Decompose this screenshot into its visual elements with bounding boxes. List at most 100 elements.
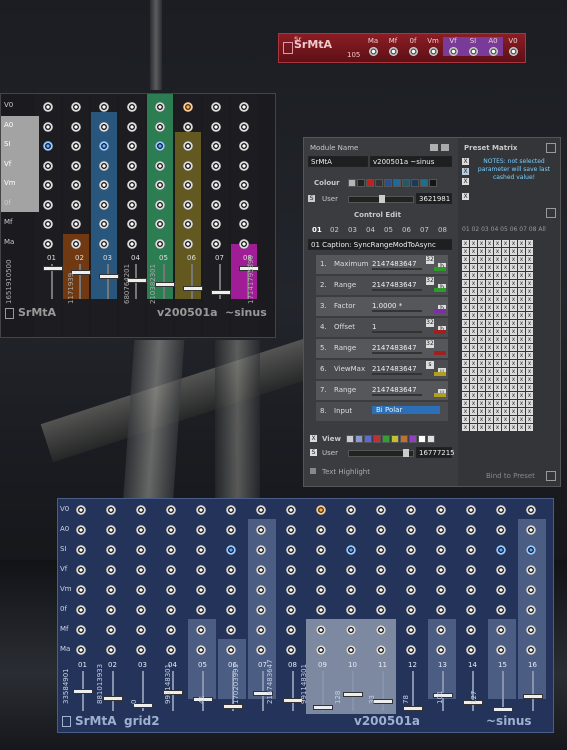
- port-jack-icon[interactable]: [346, 505, 356, 515]
- port-jack-icon[interactable]: [408, 47, 418, 56]
- strip-port[interactable]: 0f: [403, 37, 423, 56]
- port-jack-icon[interactable]: [166, 585, 176, 595]
- control-row[interactable]: 6.ViewMax2147483647su: [316, 360, 448, 379]
- matrix-cell[interactable]: x: [462, 384, 469, 391]
- port-jack-icon[interactable]: [406, 525, 416, 535]
- port-jack-icon[interactable]: [155, 102, 165, 112]
- matrix-cell[interactable]: x: [470, 376, 477, 383]
- port-jack-icon[interactable]: [239, 121, 249, 132]
- matrix-cell[interactable]: x: [470, 272, 477, 279]
- matrix-cell[interactable]: x: [526, 248, 533, 255]
- preset-check[interactable]: X: [462, 193, 469, 200]
- port-jack-icon[interactable]: [127, 160, 137, 171]
- matrix-cell[interactable]: x: [494, 368, 501, 375]
- port-jack-icon[interactable]: [71, 180, 81, 190]
- port-jack-icon[interactable]: [346, 565, 356, 575]
- matrix-cell[interactable]: x: [502, 376, 509, 383]
- matrix-cell[interactable]: x: [494, 320, 501, 327]
- tab-05[interactable]: 05: [384, 226, 393, 234]
- matrix-cell[interactable]: x: [470, 328, 477, 335]
- matrix-cell[interactable]: x: [486, 320, 493, 327]
- matrix-cell[interactable]: x: [486, 312, 493, 319]
- port-jack-icon[interactable]: [256, 545, 266, 555]
- port-jack-icon[interactable]: [256, 585, 266, 595]
- user-s-button[interactable]: S: [308, 195, 315, 202]
- user-slider-handle[interactable]: [379, 195, 385, 203]
- port-jack-icon[interactable]: [155, 141, 165, 151]
- row-value[interactable]: 2147483647: [372, 260, 417, 268]
- matrix-cell[interactable]: x: [462, 312, 469, 319]
- port-jack-icon[interactable]: [496, 645, 506, 655]
- port-jack-icon[interactable]: [226, 605, 236, 615]
- port-jack-icon[interactable]: [99, 238, 109, 249]
- matrix-cell[interactable]: x: [526, 352, 533, 359]
- colour-swatch[interactable]: [402, 179, 410, 187]
- port-jack-icon[interactable]: [71, 219, 81, 229]
- value-slider[interactable]: [372, 394, 422, 396]
- port-jack-icon[interactable]: [76, 545, 86, 555]
- matrix-cell[interactable]: x: [502, 424, 509, 431]
- matrix-cell[interactable]: x: [502, 416, 509, 423]
- port-jack-icon[interactable]: [226, 645, 236, 655]
- tab-07[interactable]: 07: [420, 226, 429, 234]
- matrix-cell[interactable]: x: [518, 280, 525, 287]
- port-jack-icon[interactable]: [211, 180, 221, 190]
- matrix-cell[interactable]: x: [526, 304, 533, 311]
- control-row[interactable]: 3.Factor1.0000 *b: [316, 297, 448, 316]
- colour-swatch[interactable]: [411, 179, 419, 187]
- port-jack-icon[interactable]: [71, 102, 81, 112]
- port-jack-icon[interactable]: [508, 47, 518, 56]
- matrix-cell[interactable]: x: [462, 344, 469, 351]
- matrix-cell[interactable]: x: [462, 400, 469, 407]
- strip-port[interactable]: V0: [503, 37, 523, 56]
- port-jack-icon[interactable]: [496, 605, 506, 615]
- matrix-cell[interactable]: x: [486, 424, 493, 431]
- value-slider[interactable]: [372, 373, 422, 375]
- matrix-cell[interactable]: x: [518, 240, 525, 247]
- port-jack-icon[interactable]: [99, 180, 109, 190]
- matrix-cell[interactable]: x: [510, 336, 517, 343]
- matrix-cell[interactable]: x: [518, 288, 525, 295]
- matrix-cell[interactable]: x: [518, 336, 525, 343]
- strip-port[interactable]: Vm: [423, 37, 443, 56]
- matrix-cell[interactable]: x: [526, 376, 533, 383]
- port-jack-icon[interactable]: [316, 525, 326, 535]
- port-jack-icon[interactable]: [43, 180, 53, 190]
- matrix-cell[interactable]: x: [526, 368, 533, 375]
- user-value-field[interactable]: 3621981: [416, 193, 452, 204]
- matrix-cell[interactable]: x: [486, 376, 493, 383]
- port-jack-icon[interactable]: [211, 102, 221, 112]
- port-jack-icon[interactable]: [406, 545, 416, 555]
- matrix-cell[interactable]: x: [526, 256, 533, 263]
- port-jack-icon[interactable]: [196, 645, 206, 655]
- matrix-cell[interactable]: x: [470, 312, 477, 319]
- channel-slider-handle[interactable]: [211, 290, 231, 295]
- strip-port[interactable]: Ma: [363, 37, 383, 56]
- strip-port[interactable]: SI: [463, 37, 483, 56]
- channel-slider-handle[interactable]: [155, 282, 175, 287]
- matrix-cell[interactable]: x: [470, 336, 477, 343]
- port-jack-icon[interactable]: [106, 585, 116, 595]
- port-jack-icon[interactable]: [127, 121, 137, 132]
- port-jack-icon[interactable]: [196, 545, 206, 555]
- matrix-cell[interactable]: x: [478, 296, 485, 303]
- port-jack-icon[interactable]: [346, 545, 356, 555]
- port-jack-icon[interactable]: [166, 545, 176, 555]
- text-highlight-checkbox[interactable]: [310, 468, 316, 474]
- module-menu-icon[interactable]: [5, 307, 14, 319]
- matrix-cell[interactable]: x: [510, 272, 517, 279]
- matrix-cell[interactable]: x: [526, 312, 533, 319]
- matrix-cell[interactable]: x: [510, 400, 517, 407]
- matrix-cell[interactable]: x: [494, 344, 501, 351]
- matrix-cell[interactable]: x: [462, 256, 469, 263]
- value-slider[interactable]: [372, 289, 422, 291]
- matrix-cell[interactable]: x: [486, 408, 493, 415]
- channel-slider-track[interactable]: [352, 671, 354, 711]
- matrix-cell[interactable]: x: [486, 304, 493, 311]
- port-jack-icon[interactable]: [71, 238, 81, 249]
- port-jack-icon[interactable]: [406, 625, 416, 635]
- port-jack-icon[interactable]: [43, 141, 53, 151]
- port-jack-icon[interactable]: [136, 565, 146, 575]
- matrix-cell[interactable]: x: [502, 296, 509, 303]
- port-jack-icon[interactable]: [428, 47, 438, 56]
